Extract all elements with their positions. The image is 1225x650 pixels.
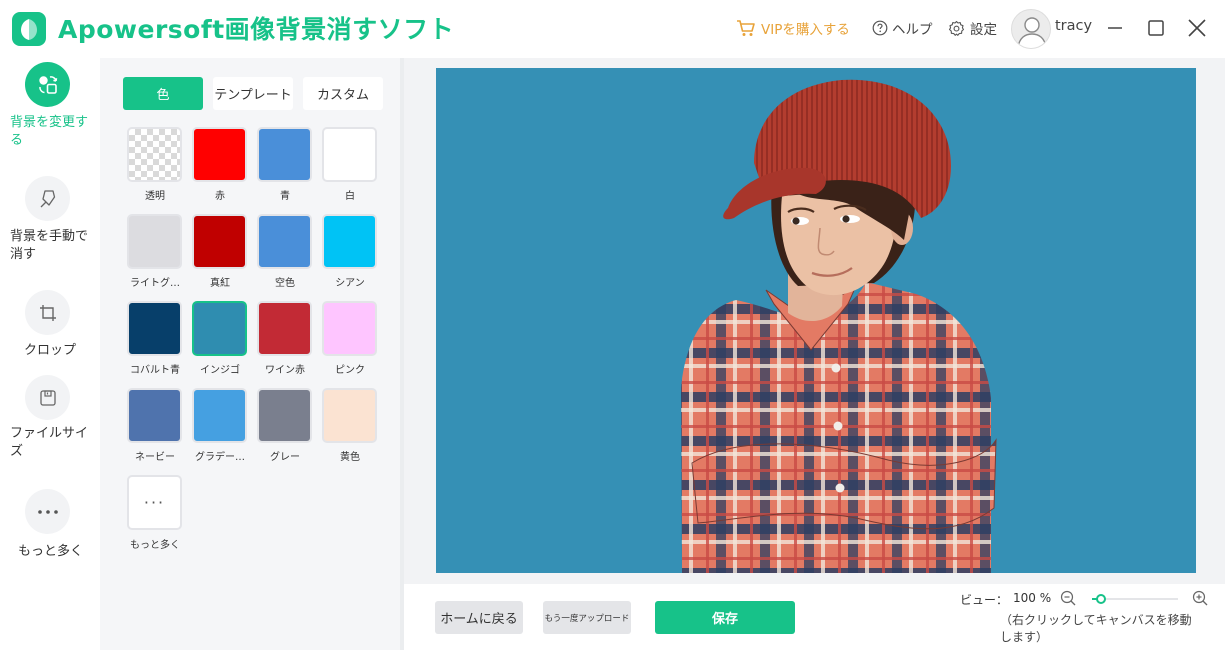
- app-title: Apowersoft画像背景消すソフト: [58, 15, 455, 44]
- tab-template[interactable]: テンプレート: [213, 77, 293, 110]
- reupload-button[interactable]: もう一度アップロード: [543, 601, 631, 634]
- color-swatch-label: シアン: [335, 278, 365, 289]
- vip-label: VIPを購入する: [761, 22, 850, 38]
- nav-manual-erase[interactable]: 背景を手動で消す: [0, 176, 100, 266]
- help-button[interactable]: ヘルプ: [872, 18, 933, 38]
- zoom-label: ビュー：: [960, 593, 1009, 607]
- nav-crop-label: クロップ: [24, 343, 77, 358]
- color-swatch[interactable]: [322, 214, 377, 269]
- file-size-icon: [25, 375, 70, 420]
- preview-image: [436, 68, 1196, 573]
- nav-file-size[interactable]: ファイルサイズ: [0, 375, 100, 465]
- minimize-icon: [1108, 27, 1122, 29]
- zoom-slider[interactable]: [1092, 594, 1178, 604]
- color-swatch[interactable]: [257, 214, 312, 269]
- bottom-bar: ホームに戻る もう一度アップロード 保存 ビュー： 100 % （右クリックして…: [400, 584, 1225, 650]
- cart-icon: [737, 20, 755, 36]
- color-panel: 色 テンプレート カスタム 透明 赤 青 白ライトグ… 真紅 空色 シアンコバルト青 インジゴ…: [100, 58, 400, 650]
- color-swatch[interactable]: [192, 127, 247, 182]
- maximize-icon: [1148, 20, 1164, 36]
- color-swatch[interactable]: [322, 388, 377, 443]
- color-swatch[interactable]: [257, 127, 312, 182]
- app-logo-icon: [12, 12, 46, 46]
- color-swatch-label: ライトグ…: [130, 278, 180, 289]
- tab-custom[interactable]: カスタム: [303, 77, 383, 110]
- tab-color[interactable]: 色: [123, 77, 203, 110]
- zoom-value: 100 %: [1013, 591, 1052, 605]
- color-swatch-label: インジゴ: [200, 365, 240, 376]
- color-swatch-label: 青: [280, 191, 290, 202]
- color-swatch-label: ネービー: [135, 452, 175, 463]
- color-swatch-label: 赤: [215, 191, 225, 202]
- color-swatch-label: 黄色: [340, 452, 360, 463]
- title-bar: Apowersoft画像背景消すソフト VIPを購入する ヘルプ 設定 trac…: [0, 0, 1225, 58]
- more-colors-label: もっと多く: [130, 540, 180, 551]
- color-swatch[interactable]: [322, 301, 377, 356]
- zoom-slider-knob[interactable]: [1095, 594, 1106, 604]
- color-swatch[interactable]: [127, 388, 182, 443]
- nav-change-background[interactable]: 背景を変更する: [0, 62, 100, 152]
- color-swatch[interactable]: [192, 388, 247, 443]
- color-swatch[interactable]: [192, 214, 247, 269]
- question-circle-icon: [872, 20, 888, 36]
- color-swatch[interactable]: [257, 388, 312, 443]
- zoom-in-icon[interactable]: [1192, 590, 1208, 606]
- color-swatch-label: コバルト青: [130, 365, 180, 376]
- color-swatch-label: グラデー…: [195, 452, 245, 463]
- gear-icon: [948, 20, 965, 36]
- color-swatch[interactable]: [127, 127, 182, 182]
- color-swatch-label: 白: [345, 191, 355, 202]
- nav-more[interactable]: もっと多く: [0, 489, 100, 561]
- vip-purchase-link[interactable]: VIPを購入する: [736, 18, 850, 38]
- minimize-button[interactable]: [1102, 15, 1128, 41]
- settings-label: 設定: [970, 22, 997, 38]
- username[interactable]: tracy: [1055, 18, 1092, 34]
- user-icon: [1017, 17, 1047, 48]
- nav-file-size-label: ファイルサイズ: [10, 426, 89, 459]
- settings-button[interactable]: 設定: [948, 18, 997, 38]
- image-canvas[interactable]: [436, 68, 1196, 573]
- manual-erase-icon: [25, 176, 70, 221]
- crop-icon: [25, 290, 70, 335]
- maximize-button[interactable]: [1143, 15, 1169, 41]
- color-swatch[interactable]: [257, 301, 312, 356]
- color-swatch-label: 真紅: [210, 278, 230, 289]
- more-dots-icon: ···: [143, 493, 166, 512]
- color-swatch[interactable]: [127, 301, 182, 356]
- color-swatch-label: ピンク: [335, 365, 365, 376]
- zoom-out-icon[interactable]: [1060, 590, 1076, 606]
- color-swatch-label: ワイン赤: [265, 365, 305, 376]
- nav-crop[interactable]: クロップ: [0, 290, 100, 362]
- color-swatch-label: 空色: [275, 278, 295, 289]
- close-icon: [1188, 19, 1206, 37]
- color-swatch[interactable]: [192, 301, 247, 356]
- change-background-icon: [25, 62, 70, 107]
- user-avatar[interactable]: [1011, 9, 1051, 49]
- color-swatch-label: 透明: [145, 191, 165, 202]
- nav-more-label: もっと多く: [18, 544, 84, 559]
- help-label: ヘルプ: [892, 22, 933, 38]
- nav-manual-erase-label: 背景を手動で消す: [10, 229, 89, 262]
- color-swatch-label: グレー: [270, 452, 300, 463]
- nav-change-background-label: 背景を変更する: [10, 115, 89, 148]
- canvas-move-hint: （右クリックしてキャンバスを移動します）: [1000, 613, 1192, 644]
- color-swatch[interactable]: [127, 214, 182, 269]
- more-colors-button[interactable]: ···: [127, 475, 182, 530]
- color-swatch[interactable]: [322, 127, 377, 182]
- save-button[interactable]: 保存: [655, 601, 795, 634]
- more-dots-icon: [25, 489, 70, 534]
- canvas-area[interactable]: [400, 58, 1225, 584]
- close-button[interactable]: [1184, 15, 1210, 41]
- home-button[interactable]: ホームに戻る: [435, 601, 523, 634]
- left-nav: 背景を変更する 背景を手動で消す クロップ ファイルサイズ もっと多く: [0, 58, 100, 650]
